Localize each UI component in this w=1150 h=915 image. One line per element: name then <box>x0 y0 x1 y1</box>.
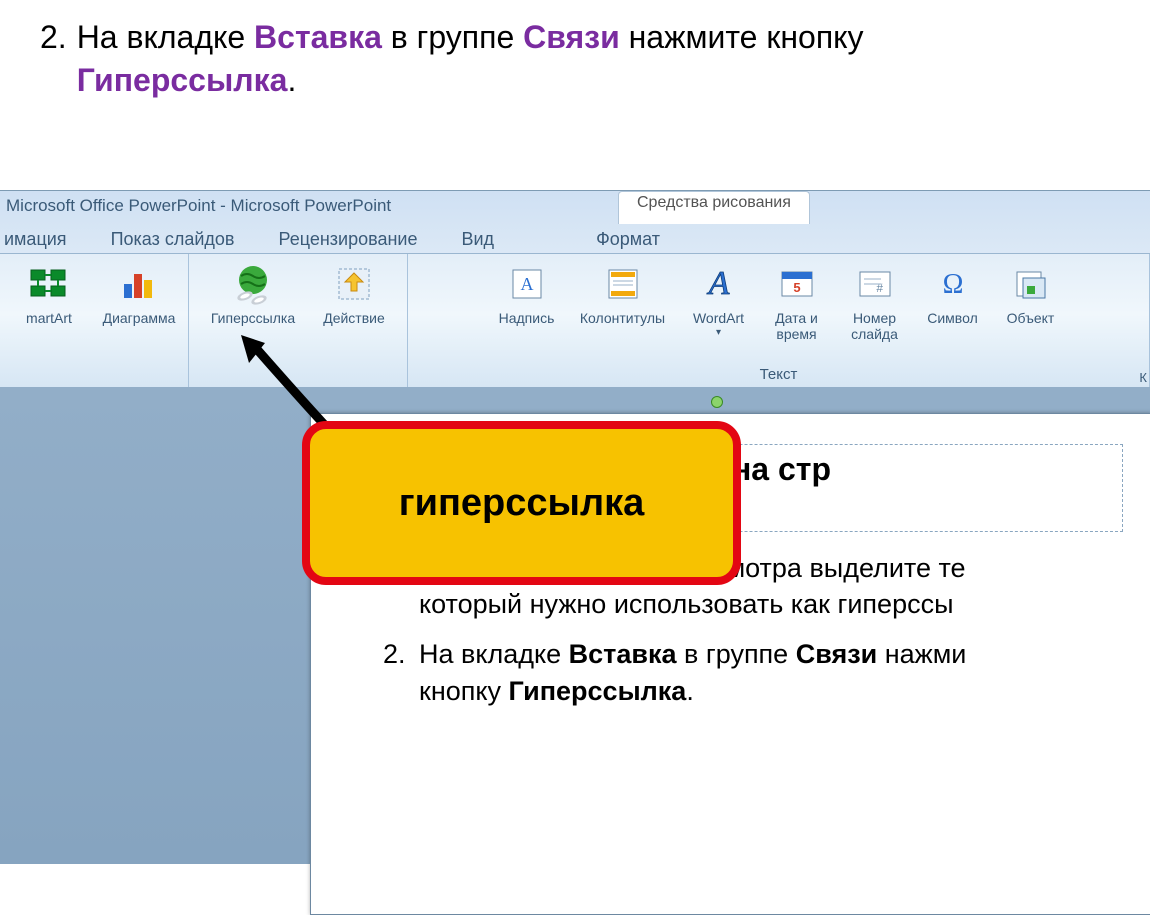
group-illustrations: martArt Диаграмма <box>0 254 189 388</box>
tab-format[interactable]: Формат <box>574 226 682 253</box>
contextual-tab-header: Средства рисования <box>618 191 810 224</box>
tab-review[interactable]: Рецензирование <box>257 226 440 253</box>
group-text: A Надпись Колон <box>408 254 1150 388</box>
action-icon <box>332 262 376 306</box>
object-icon <box>1009 262 1053 306</box>
chart-icon <box>117 262 161 306</box>
object-button[interactable]: Объект <box>993 262 1069 326</box>
svg-text:A: A <box>520 274 533 294</box>
annotation-callout: гиперссылка <box>302 421 741 585</box>
title-bar: Microsoft Office PowerPoint - Microsoft … <box>0 191 391 221</box>
instruction-text: 2. На вкладке Вставка в группе Связи наж… <box>0 0 1150 130</box>
smartart-button[interactable]: martArt <box>4 262 94 326</box>
svg-text:Ω: Ω <box>942 269 963 300</box>
action-button[interactable]: Действие <box>309 262 399 326</box>
instruction-number: 2. <box>40 16 77 102</box>
wordart-button[interactable]: A WordArt ▾ <box>681 262 757 338</box>
smartart-icon <box>27 262 71 306</box>
slidenumber-icon: # <box>853 262 897 306</box>
ribbon-tabs: имация Показ слайдов Рецензирование Вид … <box>0 225 682 253</box>
textbox-icon: A <box>505 262 549 306</box>
tab-animation[interactable]: имация <box>0 226 89 253</box>
globe-link-icon <box>231 262 275 306</box>
tab-view[interactable]: Вид <box>440 226 517 253</box>
headerfooter-icon <box>601 262 645 306</box>
rotation-handle[interactable] <box>711 396 723 408</box>
wordart-icon: A <box>697 262 741 306</box>
ribbon: martArt Диаграмма <box>0 253 1150 388</box>
svg-text:A: A <box>706 265 729 302</box>
group-text-label: Текст <box>754 363 804 388</box>
textbox-button[interactable]: A Надпись <box>489 262 565 326</box>
keyword-vstavka: Вставка <box>254 19 382 55</box>
keyword-svyazi: Связи <box>523 19 620 55</box>
symbol-icon: Ω <box>931 262 975 306</box>
chart-button[interactable]: Диаграмма <box>94 262 184 326</box>
svg-text:5: 5 <box>793 280 800 295</box>
callout-label: гиперссылка <box>399 482 645 525</box>
dropdown-icon: ▾ <box>716 327 721 338</box>
datetime-icon: 5 <box>775 262 819 306</box>
hyperlink-button[interactable]: Гиперссылка <box>197 262 309 326</box>
keyword-hyperlink: Гиперссылка <box>77 62 288 98</box>
headerfooter-button[interactable]: Колонтитулы <box>567 262 679 326</box>
powerpoint-screenshot: Microsoft Office PowerPoint - Microsoft … <box>0 190 1150 864</box>
window-title: Microsoft Office PowerPoint - Microsoft … <box>0 196 391 216</box>
datetime-button[interactable]: 5 Дата ивремя <box>759 262 835 342</box>
svg-text:#: # <box>876 281 883 295</box>
slidenumber-button[interactable]: # Номерслайда <box>837 262 913 342</box>
tab-slideshow[interactable]: Показ слайдов <box>89 226 257 253</box>
symbol-button[interactable]: Ω Символ <box>915 262 991 326</box>
